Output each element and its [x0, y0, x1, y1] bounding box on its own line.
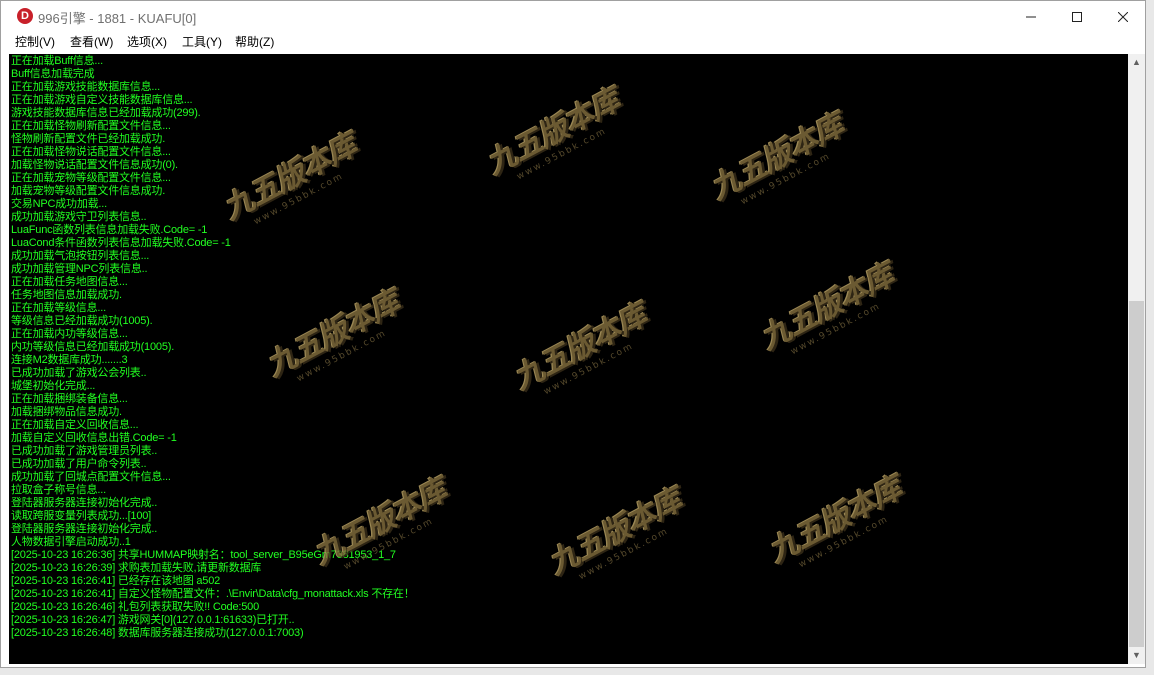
- scroll-thumb[interactable]: [1129, 301, 1144, 647]
- watermark-logo-text: 九五版本库: [542, 482, 688, 582]
- watermark-logo-text: 九五版本库: [762, 470, 908, 570]
- watermark-url: www.95bbk.com: [542, 341, 636, 398]
- log-line: LuaFunc函数列表信息加载失败.Code= -1: [11, 224, 208, 236]
- log-line: 任务地图信息加载成功.: [11, 289, 122, 301]
- log-console[interactable]: 正在加载Buff信息... Buff信息加载完成 正在加载游戏技能数据库信息... 正…: [9, 54, 1128, 664]
- log-line: [2025-10-23 16:26:41] 已经存在该地图 a502: [11, 575, 221, 587]
- log-line: [2025-10-23 16:26:47] 游戏网关[0](127.0.0.1:…: [11, 614, 295, 626]
- log-line: 正在加载怪物说话配置文件信息...: [11, 146, 171, 158]
- log-line: LuaCond条件函数列表信息加载失败.Code= -1: [11, 237, 231, 249]
- watermark-logo-text: 九五版本库: [704, 107, 850, 207]
- log-line: 成功加载了回城点配置文件信息...: [11, 471, 171, 483]
- watermark-logo: 九五版本库 www.95bbk.com: [701, 98, 871, 239]
- watermark-url: www.95bbk.com: [797, 514, 891, 571]
- watermark-logo: 九五版本库 www.95bbk.com: [751, 248, 921, 389]
- watermark-logo-text: 九五版本库: [507, 297, 653, 397]
- app-window: D 996引擎 - 1881 - KUAFU[0] 控制(V) 查看(W) 选项…: [0, 0, 1146, 668]
- log-line: 正在加载自定义回收信息...: [11, 419, 139, 431]
- log-line: 加载宠物等级配置文件信息成功.: [11, 185, 166, 197]
- log-line: 怪物刷新配置文件已经加载成功.: [11, 133, 166, 145]
- chevron-up-icon: ▲: [1132, 57, 1141, 67]
- log-line: 正在加载任务地图信息...: [11, 276, 128, 288]
- title-bar[interactable]: D 996引擎 - 1881 - KUAFU[0]: [1, 1, 1145, 32]
- log-line: 正在加载Buff信息...: [11, 55, 103, 67]
- vertical-scrollbar[interactable]: ▲ ▼: [1128, 54, 1145, 664]
- log-line: 登陆器服务器连接初始化完成..: [11, 497, 158, 509]
- log-line: 连接M2数据库成功.......3: [11, 354, 128, 366]
- watermark-url: www.95bbk.com: [789, 301, 883, 358]
- log-line: 读取跨服变量列表成功...[100]: [11, 510, 152, 522]
- chevron-down-icon: ▼: [1132, 650, 1141, 660]
- log-line: 登陆器服务器连接初始化完成..: [11, 523, 158, 535]
- log-line: [2025-10-23 16:26:41] 自定义怪物配置文件：.\Envir\…: [11, 588, 415, 600]
- log-line: 正在加载游戏技能数据库信息...: [11, 81, 160, 93]
- log-line: Buff信息加载完成: [11, 68, 95, 80]
- menu-options[interactable]: 选项(X): [127, 33, 167, 50]
- maximize-icon: [1072, 12, 1082, 23]
- log-line: 正在加载捆绑装备信息...: [11, 393, 128, 405]
- log-line: 加载自定义回收信息出错.Code= -1: [11, 432, 177, 444]
- log-line: [2025-10-23 16:26:46] 礼包列表获取失败!! Code:50…: [11, 601, 259, 613]
- log-line: 正在加载内功等级信息...: [11, 328, 128, 340]
- watermark-url: www.95bbk.com: [515, 126, 609, 183]
- log-line: 已成功加载了游戏管理员列表..: [11, 445, 158, 457]
- minimize-icon: [1026, 16, 1036, 18]
- log-line: [2025-10-23 16:26:39] 求购表加载失败,请更新数据库: [11, 562, 262, 574]
- watermark-logo-text: 九五版本库: [754, 257, 900, 357]
- log-line: 内功等级信息已经加载成功(1005).: [11, 341, 175, 353]
- log-line: 拉取盒子称号信息...: [11, 484, 106, 496]
- menu-bar: 控制(V) 查看(W) 选项(X) 工具(Y) 帮助(Z): [1, 32, 1145, 51]
- log-line: 成功加载管理NPC列表信息..: [11, 263, 148, 275]
- watermark-url: www.95bbk.com: [577, 526, 671, 583]
- log-line: 成功加载游戏守卫列表信息..: [11, 211, 147, 223]
- log-line: 等级信息已经加载成功(1005).: [11, 315, 153, 327]
- log-line: 交易NPC成功加载...: [11, 198, 107, 210]
- log-line: 正在加载宠物等级配置文件信息...: [11, 172, 171, 184]
- watermark-logo: 九五版本库 www.95bbk.com: [759, 461, 929, 602]
- window-title: 996引擎 - 1881 - KUAFU[0]: [38, 11, 197, 26]
- log-line: 加载怪物说话配置文件信息成功(0).: [11, 159, 178, 171]
- log-line: 正在加载等级信息...: [11, 302, 106, 314]
- log-line: 已成功加载了用户命令列表..: [11, 458, 147, 470]
- app-logo-icon[interactable]: D: [17, 8, 33, 24]
- maximize-button[interactable]: [1054, 1, 1100, 32]
- menu-help[interactable]: 帮助(Z): [235, 33, 274, 50]
- log-line: 正在加载怪物刷新配置文件信息...: [11, 120, 171, 132]
- menu-tools[interactable]: 工具(Y): [182, 33, 222, 50]
- log-line: 城堡初始化完成...: [11, 380, 96, 392]
- watermark-logo: 九五版本库 www.95bbk.com: [504, 288, 674, 429]
- watermark-logo: 九五版本库 www.95bbk.com: [477, 73, 647, 214]
- log-line: 成功加载气泡按钮列表信息...: [11, 250, 150, 262]
- close-icon: [1117, 11, 1129, 23]
- log-line: 游戏技能数据库信息已经加载成功(299).: [11, 107, 201, 119]
- scroll-up-button[interactable]: ▲: [1128, 54, 1145, 71]
- watermark-url: www.95bbk.com: [739, 151, 833, 208]
- log-line: [2025-10-23 16:26:36] 共享HUMMAP映射名：tool_s…: [11, 549, 396, 561]
- log-line: 加载捆绑物品信息成功.: [11, 406, 122, 418]
- minimize-button[interactable]: [1008, 1, 1054, 32]
- watermark-logo: 九五版本库 www.95bbk.com: [539, 473, 709, 614]
- menu-view[interactable]: 查看(W): [70, 33, 113, 50]
- log-list: 正在加载Buff信息... Buff信息加载完成 正在加载游戏技能数据库信息... 正…: [11, 55, 415, 640]
- menu-control[interactable]: 控制(V): [15, 33, 55, 50]
- log-line: 正在加载游戏自定义技能数据库信息...: [11, 94, 193, 106]
- scroll-down-button[interactable]: ▼: [1128, 647, 1145, 664]
- log-line: 已成功加载了游戏公会列表..: [11, 367, 147, 379]
- watermark-logo-text: 九五版本库: [480, 82, 626, 182]
- close-button[interactable]: [1100, 1, 1146, 32]
- log-line: [2025-10-23 16:26:48] 数据库服务器连接成功(127.0.0…: [11, 627, 304, 639]
- log-line: 人物数据引擎启动成功..1: [11, 536, 131, 548]
